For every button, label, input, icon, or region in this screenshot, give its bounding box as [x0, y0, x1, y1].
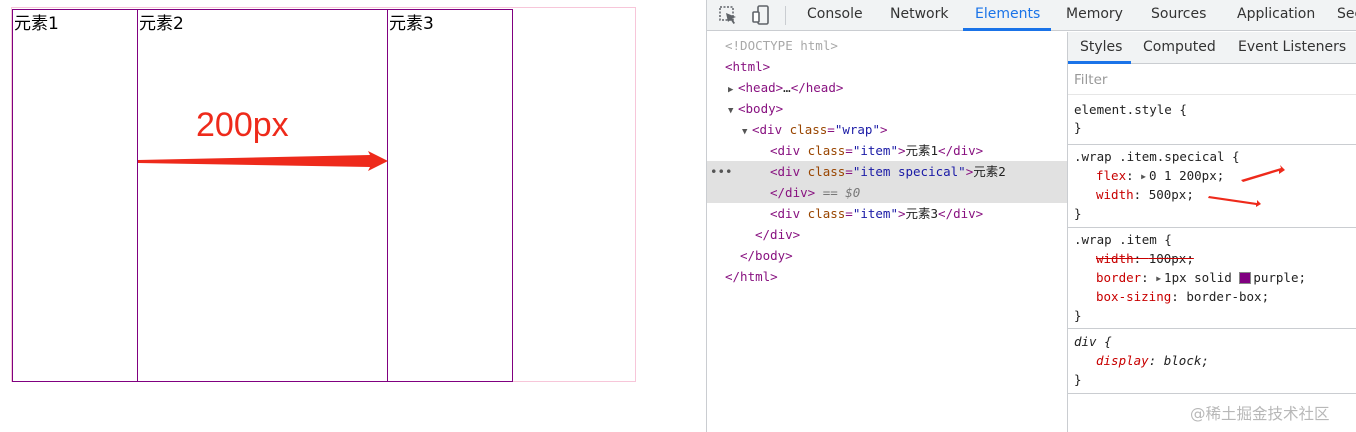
- annotation-arrow: [138, 151, 388, 171]
- flex-annotation-arrow: [1241, 165, 1285, 182]
- devtools-panel: Console Network Elements Memory Sources …: [706, 0, 1356, 432]
- width-annotation-arrow: [1208, 196, 1261, 207]
- page-viewport: 元素1 元素2 元素3 200px: [0, 0, 706, 432]
- annotation-arrows: [1208, 165, 1285, 207]
- watermark: @稀土掘金技术社区: [1190, 405, 1330, 423]
